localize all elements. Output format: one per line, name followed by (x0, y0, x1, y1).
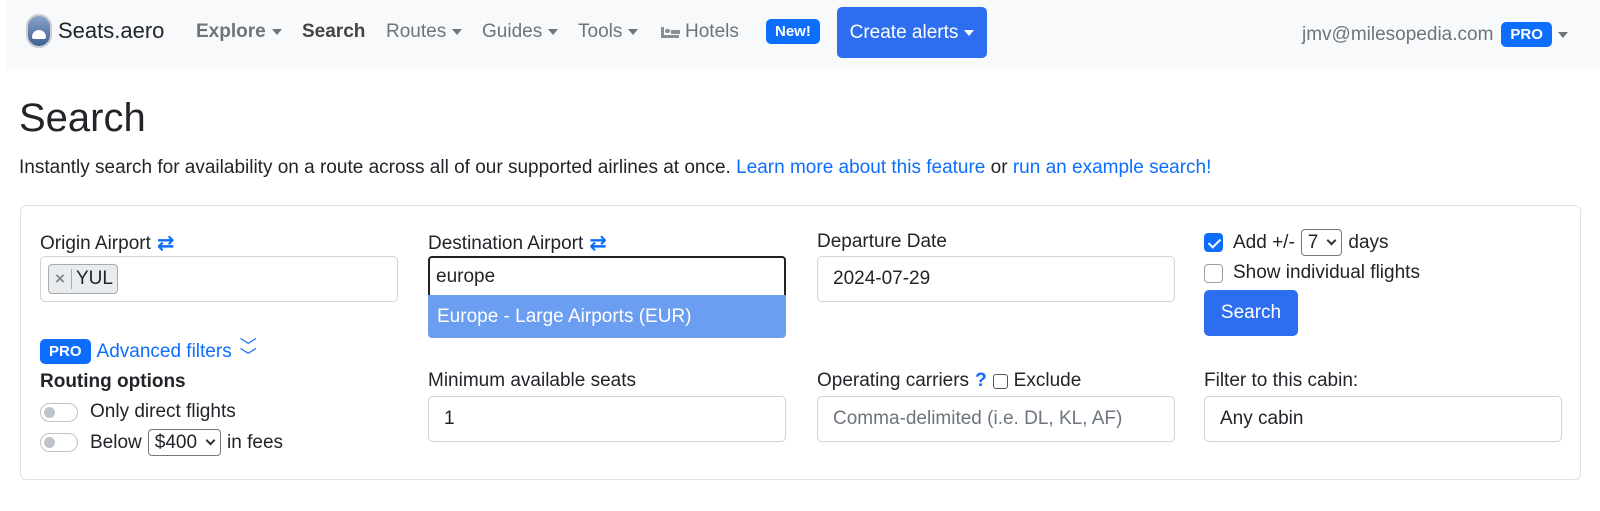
chevron-down-icon (964, 29, 975, 36)
carriers-label: Operating carriers (817, 370, 970, 391)
direct-flights-row: Only direct flights (40, 401, 236, 423)
routing-options-title: Routing options (40, 371, 186, 392)
nav-routes[interactable]: Routes (386, 21, 463, 43)
nav-hotels-label: Hotels (685, 21, 739, 42)
carriers-label-row: Operating carriers ? Exclude (817, 370, 1081, 392)
swap-arrows-icon[interactable]: ⇄ (157, 231, 175, 256)
learn-more-link[interactable]: Learn more about this feature (736, 157, 985, 178)
fee-value: $400 (154, 431, 198, 453)
origin-input[interactable]: × YUL (40, 256, 398, 302)
date-input[interactable]: 2024-07-29 (817, 256, 1175, 302)
add-days-select[interactable]: 7 (1300, 229, 1343, 256)
date-label: Departure Date (817, 231, 947, 252)
direct-flights-toggle[interactable] (40, 402, 78, 422)
create-alerts-label: Create alerts (849, 21, 959, 43)
destination-input[interactable]: europe (428, 256, 786, 297)
bed-icon (661, 26, 680, 38)
add-days-prefix: Add +/- (1233, 231, 1295, 253)
show-individual-label: Show individual flights (1233, 262, 1420, 283)
new-badge: New! (766, 19, 820, 44)
exclude-label: Exclude (1013, 370, 1082, 391)
cabin-value: Any cabin (1220, 408, 1304, 429)
origin-label: Origin Airport ⇄ (40, 231, 174, 256)
show-individual-checkbox[interactable] (1204, 263, 1223, 283)
create-alerts-button[interactable]: Create alerts (837, 7, 987, 58)
advanced-filters-toggle[interactable]: PRO Advanced filters ﹀ ﹀ (40, 337, 257, 366)
brand-link[interactable]: Seats.aero (26, 14, 164, 48)
destination-label: Destination Airport ⇄ (428, 231, 607, 256)
nav-hotels[interactable]: Hotels (661, 21, 739, 43)
chevron-down-icon (1557, 31, 1568, 38)
min-seats-label: Minimum available seats (428, 370, 637, 391)
user-email: jmv@milesopedia.com (1302, 23, 1494, 45)
add-days-checkbox[interactable] (1204, 233, 1223, 252)
direct-flights-label: Only direct flights (90, 401, 236, 422)
chevron-down-icon (1326, 235, 1337, 246)
cabin-label: Filter to this cabin: (1204, 370, 1359, 391)
top-navbar: Seats.aero Explore Search Routes Guides … (6, 0, 1600, 69)
nav-routes-label: Routes (386, 21, 447, 42)
below-prefix: Below (90, 431, 142, 453)
destination-input-value: europe (436, 265, 496, 287)
show-individual-row: Show individual flights (1204, 262, 1420, 284)
chevron-down-icon (452, 29, 463, 35)
min-seats-value: 1 (444, 408, 455, 429)
nav-tools[interactable]: Tools (578, 21, 639, 43)
double-chevron-down-icon: ﹀ ﹀ (239, 337, 257, 366)
remove-x-icon[interactable]: × (49, 269, 72, 289)
chevron-down-icon (205, 435, 216, 446)
destination-label-text: Destination Airport (428, 232, 584, 254)
help-icon[interactable]: ? (975, 370, 987, 392)
fee-filter-toggle[interactable] (40, 433, 78, 452)
carriers-placeholder: Comma-delimited (i.e. DL, KL, AF) (833, 408, 1123, 429)
cabin-select[interactable]: Any cabin (1204, 396, 1562, 442)
add-days-value: 7 (1307, 231, 1319, 253)
seats-aero-logo-icon (26, 14, 52, 48)
intro-text: Instantly search for availability on a r… (19, 157, 731, 178)
chevron-down-icon (628, 29, 639, 35)
user-menu[interactable]: jmv@milesopedia.com PRO (1302, 22, 1568, 47)
below-suffix: in fees (227, 431, 284, 453)
nav-search[interactable]: Search (302, 21, 365, 43)
nav-guides[interactable]: Guides (482, 21, 559, 43)
swap-arrows-icon[interactable]: ⇄ (589, 231, 607, 256)
advanced-filters-link[interactable]: Advanced filters (97, 341, 232, 363)
fee-filter-row: Below $400 in fees (40, 429, 283, 456)
nav-guides-label: Guides (482, 21, 543, 42)
carriers-input[interactable]: Comma-delimited (i.e. DL, KL, AF) (817, 396, 1175, 442)
page-title: Search (19, 96, 146, 140)
min-seats-input[interactable]: 1 (428, 396, 786, 442)
nav-explore[interactable]: Explore (196, 21, 282, 43)
add-days-row: Add +/- 7 days (1204, 229, 1389, 256)
chevron-down-icon (271, 29, 282, 35)
origin-label-text: Origin Airport (40, 232, 151, 254)
pro-badge: PRO (1501, 22, 1552, 47)
search-button[interactable]: Search (1204, 290, 1298, 336)
destination-option[interactable]: Europe - Large Airports (EUR) (428, 295, 786, 338)
nav-search-label: Search (302, 21, 366, 42)
nav-explore-label: Explore (196, 21, 266, 42)
exclude-checkbox[interactable] (992, 373, 1008, 389)
brand-name: Seats.aero (58, 18, 165, 43)
origin-tag-label: YUL (75, 268, 113, 289)
add-days-suffix: days (1348, 231, 1389, 253)
nav-tools-label: Tools (578, 21, 623, 42)
page-intro: Instantly search for availability on a r… (19, 157, 1211, 179)
fee-select[interactable]: $400 (147, 429, 222, 456)
date-value: 2024-07-29 (833, 268, 931, 289)
pro-badge: PRO (40, 339, 91, 364)
origin-tag: × YUL (48, 264, 118, 294)
or-text: or (990, 157, 1008, 178)
example-search-link[interactable]: run an example search! (1013, 157, 1212, 178)
chevron-down-icon (548, 29, 559, 35)
